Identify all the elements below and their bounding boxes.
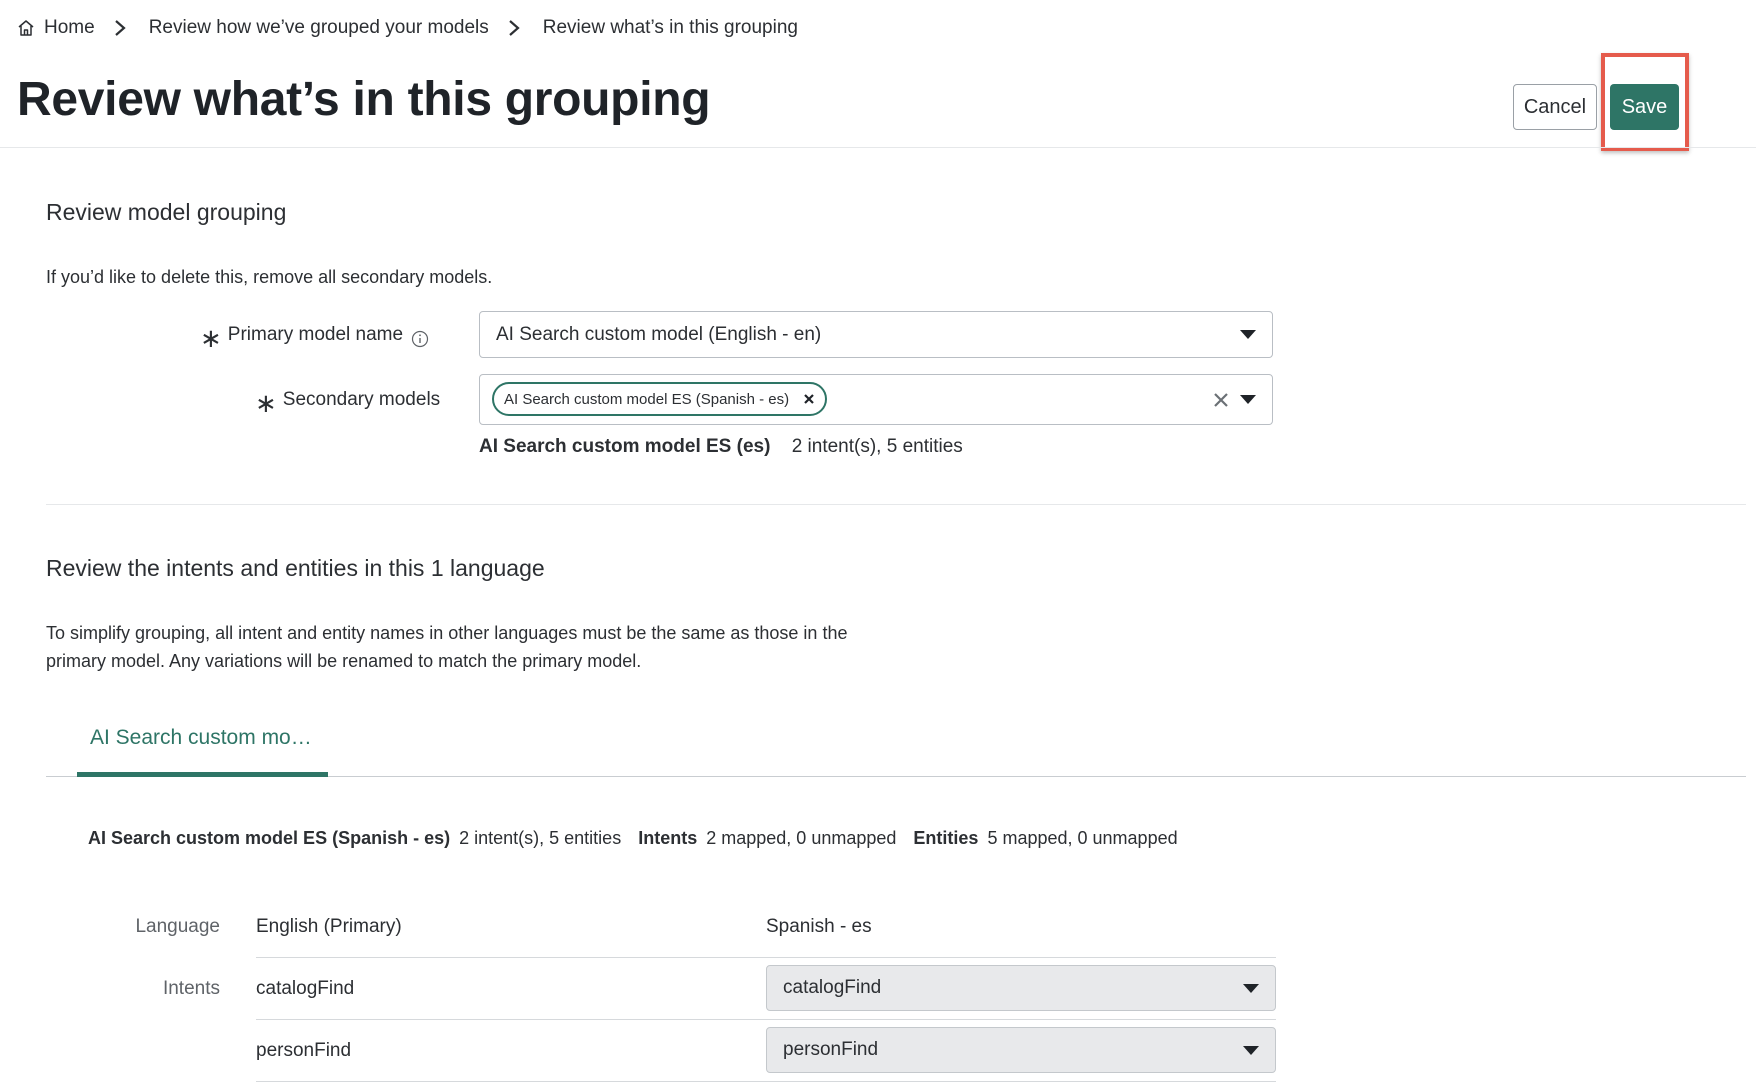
tab-active-indicator [77, 772, 328, 777]
secondary-models-label: ∗ Secondary models [255, 385, 441, 418]
secondary-model-tag: AI Search custom model ES (Spanish - es) [492, 382, 828, 416]
secondary-model-summary: AI Search custom model ES (es) 2 intent(… [479, 436, 963, 458]
secondary-language: Spanish - es [766, 916, 872, 937]
chevron-down-icon[interactable] [1240, 395, 1256, 405]
intents-description-line-1: To simplify grouping, all intent and ent… [46, 623, 848, 643]
primary-model-label-text: Primary model name [227, 324, 404, 345]
intent-mapping-select[interactable]: personFind [766, 1027, 1276, 1073]
table-row-divider [256, 957, 1276, 958]
tab-secondary-model[interactable]: AI Search custom mo… [78, 712, 328, 778]
breadcrumb: Home Review how we’ve grouped your model… [16, 14, 798, 42]
primary-model-value: AI Search custom model (English - en) [496, 323, 822, 345]
secondary-models-label-text: Secondary models [282, 389, 441, 410]
intents-section-title: Review the intents and entities in this … [46, 555, 545, 581]
cancel-button[interactable]: Cancel [1513, 84, 1597, 130]
remove-tag-icon[interactable] [803, 393, 815, 405]
chevron-down-icon [1243, 984, 1259, 993]
breadcrumb-item-grouped-models[interactable]: Review how we’ve grouped your models [149, 17, 489, 39]
intents-description-line-2: primary model. Any variations will be re… [46, 651, 642, 671]
secondary-models-select[interactable]: AI Search custom model ES (Spanish - es) [479, 374, 1273, 425]
table-row-divider [256, 1081, 1276, 1082]
mapping-summary-model: AI Search custom model ES (Spanish - es) [88, 828, 451, 848]
mapping-summary-counts: 2 intent(s), 5 entities [459, 828, 622, 848]
table-row-divider [256, 1019, 1276, 1020]
breadcrumb-home[interactable]: Home [16, 17, 95, 39]
header-divider [0, 147, 1756, 148]
chevron-down-icon [1240, 330, 1256, 339]
intent-mapping-value: catalogFind [783, 977, 882, 998]
mapping-summary-entities-value: 5 mapped, 0 unmapped [987, 828, 1178, 848]
save-button[interactable]: Save [1610, 84, 1679, 130]
clear-selection-icon[interactable] [1213, 392, 1229, 408]
required-asterisk-icon: ∗ [200, 323, 222, 353]
grouping-section-title: Review model grouping [46, 199, 287, 225]
primary-language: English (Primary) [256, 916, 402, 937]
required-asterisk-icon: ∗ [255, 388, 277, 418]
intent-primary-personfind: personFind [256, 1040, 352, 1061]
intents-row-label: Intents [162, 978, 220, 999]
mapping-summary-intents-label: Intents [638, 828, 698, 848]
breadcrumb-item-current: Review what’s in this grouping [542, 17, 798, 38]
secondary-model-summary-name: AI Search custom model ES (es) [479, 436, 771, 457]
intent-primary-catalogfind: catalogFind [256, 978, 355, 999]
grouping-instructions: If you’d like to delete this, remove all… [46, 267, 493, 287]
info-icon[interactable] [411, 330, 429, 348]
chevron-right-icon [509, 20, 520, 36]
intent-mapping-value: personFind [783, 1039, 879, 1060]
home-icon [18, 20, 34, 36]
mapping-summary: AI Search custom model ES (Spanish - es)… [88, 828, 1182, 849]
section-divider [46, 504, 1746, 505]
secondary-model-summary-counts: 2 intent(s), 5 entities [791, 436, 963, 457]
intent-mapping-select[interactable]: catalogFind [766, 965, 1276, 1011]
language-row-label: Language [135, 916, 220, 937]
primary-model-label: ∗ Primary model name [200, 320, 429, 353]
primary-model-select[interactable]: AI Search custom model (English - en) [479, 311, 1273, 358]
breadcrumb-home-label: Home [44, 17, 95, 38]
page-title: Review what’s in this grouping [17, 73, 711, 126]
chevron-right-icon [114, 20, 126, 36]
secondary-model-tag-label: AI Search custom model ES (Spanish - es) [504, 390, 790, 408]
mapping-summary-intents-value: 2 mapped, 0 unmapped [706, 828, 897, 848]
mapping-summary-entities-label: Entities [913, 828, 979, 848]
chevron-down-icon [1243, 1046, 1259, 1055]
